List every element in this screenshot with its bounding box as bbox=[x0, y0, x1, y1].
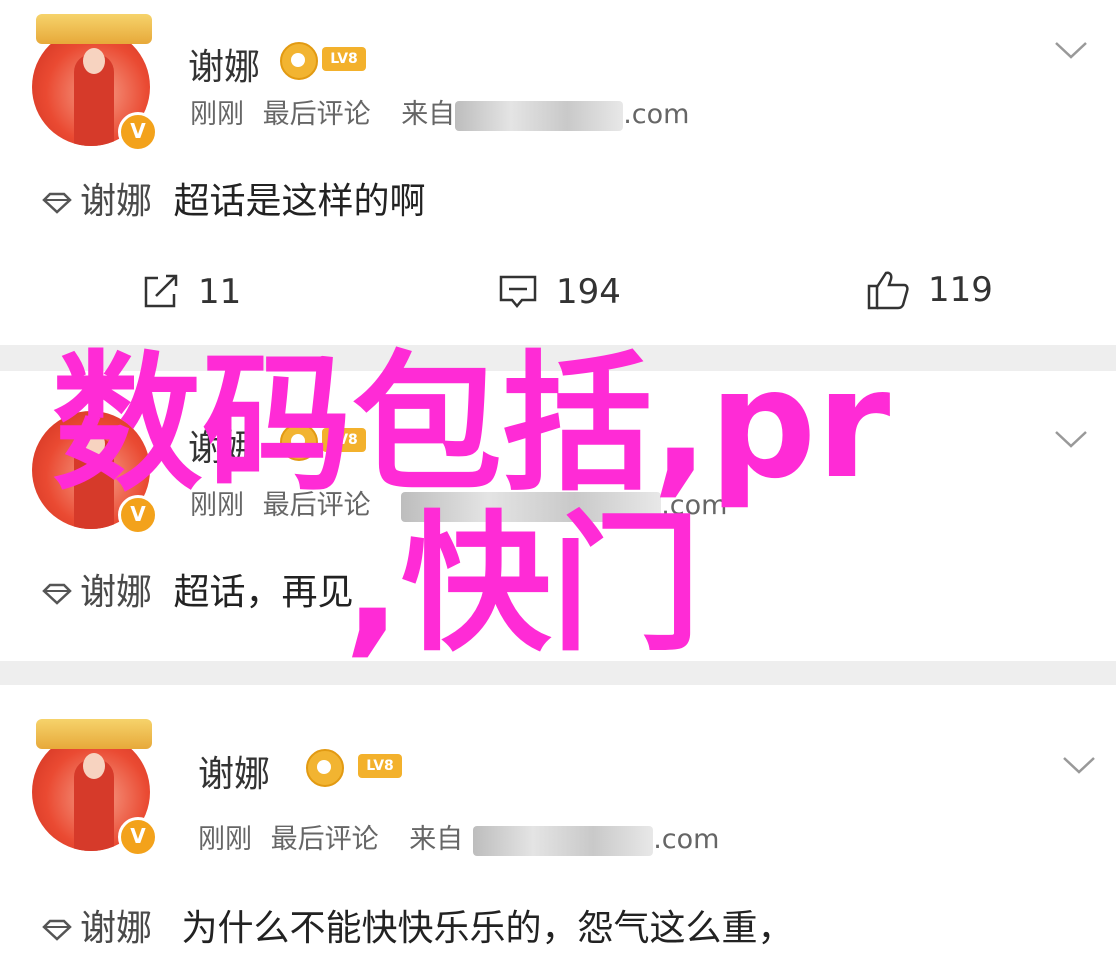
content-text: 超话，再见 bbox=[173, 572, 354, 613]
like-icon bbox=[867, 271, 909, 310]
post-action: 最后评论 bbox=[270, 824, 379, 855]
chevron-down-icon[interactable] bbox=[1054, 429, 1088, 449]
level-badge: LV8 bbox=[322, 47, 366, 71]
overlay-caption-line-1: 数码包括,pr bbox=[52, 338, 891, 512]
repost-icon bbox=[144, 274, 178, 308]
overlay-caption-line-2: ,快门 bbox=[344, 498, 701, 672]
comment-button[interactable]: 194 bbox=[498, 272, 621, 312]
redacted-source bbox=[455, 100, 624, 131]
post-action: 最后评论 bbox=[262, 99, 371, 130]
post-3: V 谢娜 LV8 刚刚 最后评论 来自 .com 谢娜 为什么不能快快乐乐的，怨气… bbox=[0, 685, 1116, 966]
avatar[interactable]: V bbox=[32, 719, 158, 857]
avatar[interactable]: V bbox=[32, 14, 158, 152]
source-suffix: .com bbox=[623, 99, 690, 130]
post-content: 谢娜 超话，再见 bbox=[40, 563, 353, 615]
topic-tag[interactable]: 谢娜 bbox=[80, 908, 152, 949]
post-content: 谢娜 超话是这样的啊 bbox=[40, 172, 425, 224]
chevron-down-icon[interactable] bbox=[1054, 40, 1088, 60]
content-text: 超话是这样的啊 bbox=[173, 181, 426, 222]
post-content: 谢娜 为什么不能快快乐乐的，怨气这么重， bbox=[40, 899, 793, 951]
verified-badge: V bbox=[118, 112, 158, 152]
post-time: 刚刚 bbox=[190, 99, 244, 130]
diamond-icon bbox=[42, 192, 72, 214]
coin-icon bbox=[280, 42, 318, 80]
username[interactable]: 谢娜 bbox=[188, 38, 260, 90]
coin-icon bbox=[306, 749, 344, 787]
diamond-icon bbox=[42, 583, 72, 605]
repost-count: 11 bbox=[198, 272, 242, 312]
like-button[interactable]: 119 bbox=[866, 270, 993, 310]
avatar-frame-icon bbox=[36, 719, 152, 749]
avatar-frame-icon bbox=[36, 14, 152, 44]
source-prefix: 来自 bbox=[409, 824, 464, 855]
source-prefix: 来自 bbox=[401, 99, 456, 130]
comment-count: 194 bbox=[556, 272, 621, 312]
like-count: 119 bbox=[928, 270, 993, 310]
diamond-icon bbox=[42, 919, 72, 941]
source-suffix: .com bbox=[653, 824, 720, 855]
repost-button[interactable]: 11 bbox=[142, 272, 241, 312]
level-badge: LV8 bbox=[358, 754, 402, 778]
content-text: 为什么不能快快乐乐的，怨气这么重， bbox=[181, 908, 794, 949]
post-1: V 谢娜 LV8 刚刚 最后评论 来自 .com 谢娜 超话是这样的啊 11 19… bbox=[0, 0, 1116, 345]
topic-tag[interactable]: 谢娜 bbox=[80, 181, 152, 222]
chevron-down-icon[interactable] bbox=[1062, 755, 1096, 775]
post-meta: 刚刚 最后评论 来自 .com bbox=[190, 92, 689, 131]
redacted-source bbox=[473, 825, 654, 856]
post-meta: 刚刚 最后评论 来自 .com bbox=[198, 817, 719, 856]
topic-tag[interactable]: 谢娜 bbox=[80, 572, 152, 613]
verified-badge: V bbox=[118, 817, 158, 857]
username[interactable]: 谢娜 bbox=[198, 745, 270, 797]
post-time: 刚刚 bbox=[198, 824, 252, 855]
comment-icon bbox=[499, 275, 537, 308]
